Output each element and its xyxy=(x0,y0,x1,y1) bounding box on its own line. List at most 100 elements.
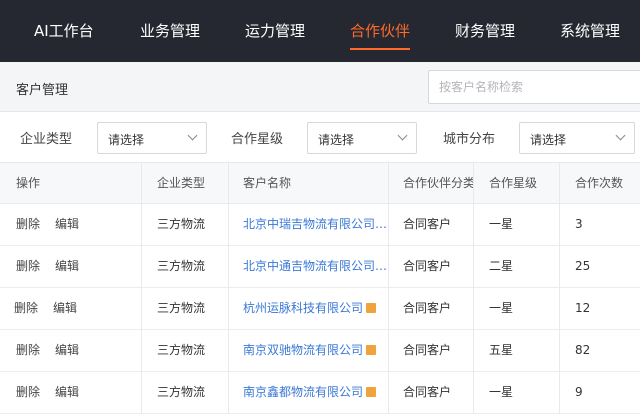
header-cooperation-count: 合作次数 xyxy=(575,176,624,190)
column-divider xyxy=(559,246,560,288)
cell-company-type: 三方物流 xyxy=(157,385,206,399)
nav-item-business[interactable]: 业务管理 xyxy=(140,0,200,62)
chevron-down-icon xyxy=(397,130,408,141)
customer-name-link[interactable]: 北京中通吉物流有限公司… xyxy=(243,246,386,288)
cell-partner-category: 合同客户 xyxy=(403,385,452,399)
column-divider xyxy=(473,330,474,372)
delete-button[interactable]: 删除 xyxy=(16,385,40,399)
cell-cooperation-count: 3 xyxy=(575,217,583,231)
table-row: 删除 编辑 三方物流 北京中通吉物流有限公司… 合同客户 二星 25 xyxy=(0,246,640,288)
page-header: 客户管理 xyxy=(0,62,640,112)
page-title: 客户管理 xyxy=(16,83,69,98)
search-input[interactable] xyxy=(428,70,640,104)
header-partner-category: 合作伙伴分类 xyxy=(403,176,473,190)
column-divider xyxy=(228,204,229,246)
edit-button[interactable]: 编辑 xyxy=(55,343,79,357)
header-actions: 操作 xyxy=(16,176,41,190)
column-divider xyxy=(228,246,229,288)
cell-partner-category: 合同客户 xyxy=(403,259,452,273)
cell-star-level: 一星 xyxy=(489,301,514,315)
cell-company-type: 三方物流 xyxy=(157,259,206,273)
chevron-down-icon xyxy=(187,130,198,141)
cell-cooperation-count: 25 xyxy=(575,259,591,273)
filter-label-star-level: 合作星级 xyxy=(231,132,284,147)
column-divider xyxy=(473,163,474,205)
nav-item-partners-label: 合作伙伴 xyxy=(350,22,411,40)
table-row: 删除 编辑 三方物流 南京鑫都物流有限公司 合同客户 一星 9 xyxy=(0,372,640,414)
nav-item-capacity[interactable]: 运力管理 xyxy=(245,0,305,62)
chevron-down-icon xyxy=(615,130,626,141)
customer-name-link[interactable]: 南京双驰物流有限公司 xyxy=(243,343,363,357)
city-select[interactable]: 请选择 xyxy=(519,122,635,154)
column-divider xyxy=(559,204,560,246)
top-nav: AI工作台 业务管理 运力管理 合作伙伴 财务管理 系统管理 xyxy=(0,0,640,62)
filter-label-company-type: 企业类型 xyxy=(20,132,73,147)
column-divider xyxy=(228,372,229,414)
cell-star-level: 一星 xyxy=(489,385,514,399)
column-divider xyxy=(141,288,142,330)
cell-star-level: 五星 xyxy=(489,343,514,357)
nav-item-system[interactable]: 系统管理 xyxy=(560,0,620,62)
star-level-select[interactable]: 请选择 xyxy=(307,122,417,154)
column-divider xyxy=(228,163,229,205)
table-row: 删除 编辑 三方物流 南京双驰物流有限公司 合同客户 五星 82 xyxy=(0,330,640,372)
column-divider xyxy=(141,246,142,288)
column-divider xyxy=(559,330,560,372)
cell-cooperation-count: 82 xyxy=(575,343,591,357)
header-star-level: 合作星级 xyxy=(489,176,538,190)
nav-item-ai-workbench[interactable]: AI工作台 xyxy=(34,0,94,62)
nav-item-partners[interactable]: 合作伙伴 xyxy=(350,0,411,62)
customer-name-link[interactable]: 南京鑫都物流有限公司 xyxy=(243,385,363,399)
edit-button[interactable]: 编辑 xyxy=(55,217,79,231)
cell-star-level: 一星 xyxy=(489,217,514,231)
column-divider xyxy=(141,163,142,205)
star-level-select-value: 请选择 xyxy=(318,133,355,147)
vip-badge-icon xyxy=(366,386,377,397)
column-divider xyxy=(388,372,389,414)
edit-button[interactable]: 编辑 xyxy=(55,259,79,273)
table-row: 删除 编辑 三方物流 杭州运脉科技有限公司 合同客户 一星 12 xyxy=(0,288,640,330)
column-divider xyxy=(559,288,560,330)
column-divider xyxy=(388,163,389,205)
cell-partner-category: 合同客户 xyxy=(403,343,452,357)
company-type-select[interactable]: 请选择 xyxy=(97,122,207,154)
cell-cooperation-count: 12 xyxy=(575,301,591,315)
delete-button[interactable]: 删除 xyxy=(16,217,40,231)
column-divider xyxy=(473,288,474,330)
column-divider xyxy=(388,288,389,330)
filter-bar: 企业类型 请选择 合作星级 请选择 城市分布 请选择 xyxy=(0,112,640,160)
delete-button[interactable]: 删除 xyxy=(14,301,38,315)
column-divider xyxy=(473,204,474,246)
customer-name-cell: 南京双驰物流有限公司 xyxy=(243,330,388,372)
header-company-type: 企业类型 xyxy=(157,176,206,190)
delete-button[interactable]: 删除 xyxy=(16,343,40,357)
cell-company-type: 三方物流 xyxy=(157,301,206,315)
column-divider xyxy=(141,204,142,246)
column-divider xyxy=(473,246,474,288)
column-divider xyxy=(559,163,560,205)
city-select-value: 请选择 xyxy=(530,133,567,147)
cell-partner-category: 合同客户 xyxy=(403,301,452,315)
customer-name-link[interactable]: 杭州运脉科技有限公司 xyxy=(243,301,363,315)
customer-name-cell: 杭州运脉科技有限公司 xyxy=(243,288,388,330)
table-header: 操作 企业类型 客户名称 合作伙伴分类 合作星级 合作次数 xyxy=(0,162,640,205)
cell-partner-category: 合同客户 xyxy=(403,217,452,231)
delete-button[interactable]: 删除 xyxy=(16,259,40,273)
nav-item-finance[interactable]: 财务管理 xyxy=(455,0,515,62)
filter-label-city: 城市分布 xyxy=(443,132,496,147)
vip-badge-icon xyxy=(366,302,377,313)
vip-badge-icon xyxy=(366,344,377,355)
edit-button[interactable]: 编辑 xyxy=(53,301,77,315)
customer-name-link[interactable]: 北京中瑞吉物流有限公司… xyxy=(243,204,386,246)
column-divider xyxy=(141,372,142,414)
edit-button[interactable]: 编辑 xyxy=(55,385,79,399)
column-divider xyxy=(559,372,560,414)
column-divider xyxy=(473,372,474,414)
column-divider xyxy=(228,288,229,330)
table-row: 删除 编辑 三方物流 北京中瑞吉物流有限公司… 合同客户 一星 3 xyxy=(0,204,640,246)
company-type-select-value: 请选择 xyxy=(108,133,145,147)
cell-company-type: 三方物流 xyxy=(157,343,206,357)
cell-cooperation-count: 9 xyxy=(575,385,583,399)
column-divider xyxy=(388,246,389,288)
column-divider xyxy=(388,330,389,372)
